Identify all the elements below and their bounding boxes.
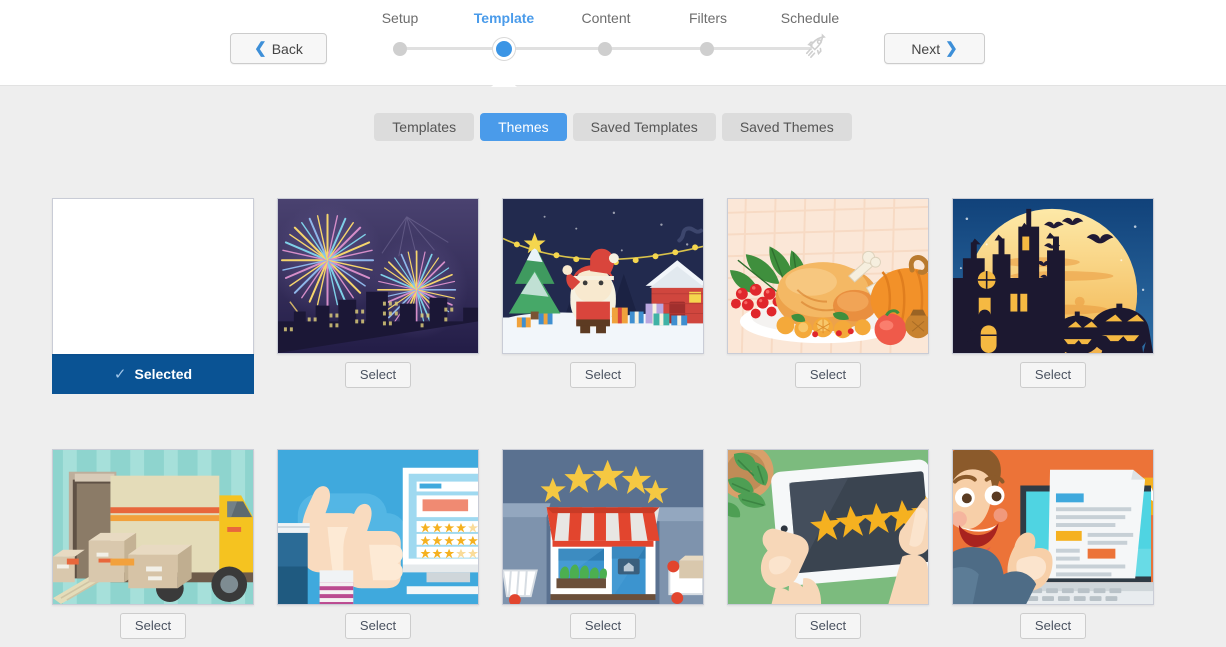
tab-saved-themes[interactable]: Saved Themes — [721, 113, 852, 141]
selected-button-label: Selected — [134, 366, 193, 382]
theme-card-blank[interactable]: ✓ Selected — [52, 198, 254, 394]
select-button-storefront[interactable]: Select — [569, 613, 637, 639]
tab-templates-label: Templates — [392, 119, 457, 135]
card-action-laptop: Select — [952, 613, 1154, 639]
theme-thumbnail-delivery[interactable] — [52, 449, 254, 605]
theme-thumbnail-tablet[interactable] — [727, 449, 929, 605]
step-content[interactable]: Content — [551, 10, 661, 26]
theme-card-delivery[interactable]: Select — [52, 449, 254, 639]
step-dot-template[interactable] — [493, 38, 515, 60]
card-action-halloween: Select — [952, 362, 1154, 388]
chevron-right-icon: ❯ — [945, 40, 958, 57]
selected-button[interactable]: ✓ Selected — [52, 354, 254, 394]
card-action-storefront: Select — [502, 613, 704, 639]
theme-card-christmas[interactable]: Select — [502, 198, 704, 394]
next-button[interactable]: Next ❯ — [884, 33, 985, 64]
back-button[interactable]: ❮ Back — [230, 33, 327, 64]
select-button-halloween[interactable]: Select — [1019, 362, 1087, 388]
active-step-notch — [491, 75, 517, 87]
step-dot-filters[interactable] — [700, 42, 714, 56]
theme-card-thumbsup[interactable]: Select — [277, 449, 479, 639]
card-action-thumbsup: Select — [277, 613, 479, 639]
theme-card-storefront[interactable]: Select — [502, 449, 704, 639]
theme-thumbnail-storefront[interactable] — [502, 449, 704, 605]
tab-themes-label: Themes — [498, 119, 549, 135]
theme-card-laptop[interactable]: Select — [952, 449, 1154, 639]
step-setup[interactable]: Setup — [345, 10, 455, 26]
check-icon: ✓ — [113, 366, 127, 383]
theme-thumbnail-thanksgiving[interactable] — [727, 198, 929, 354]
theme-thumbnail-halloween[interactable] — [952, 198, 1154, 354]
select-button-delivery[interactable]: Select — [119, 613, 187, 639]
theme-tab-bar: Templates Themes Saved Templates Saved T… — [0, 113, 1226, 141]
step-setup-label: Setup — [381, 10, 419, 26]
rocket-icon — [802, 33, 829, 66]
theme-grid: ✓ Selected Select Select Select Select S… — [52, 198, 1174, 639]
step-template-label: Template — [473, 10, 535, 26]
card-action-tablet: Select — [727, 613, 929, 639]
theme-card-tablet[interactable]: Select — [727, 449, 929, 639]
step-template[interactable]: Template — [449, 10, 559, 26]
tab-templates[interactable]: Templates — [374, 113, 475, 141]
select-button-fireworks[interactable]: Select — [344, 362, 412, 388]
card-action-fireworks: Select — [277, 362, 479, 388]
step-schedule-label: Schedule — [780, 10, 840, 26]
step-dot-content[interactable] — [598, 42, 612, 56]
step-filters-label: Filters — [688, 10, 728, 26]
theme-thumbnail-thumbsup[interactable] — [277, 449, 479, 605]
select-button-christmas[interactable]: Select — [569, 362, 637, 388]
theme-thumbnail-fireworks[interactable] — [277, 198, 479, 354]
back-button-label: Back — [271, 40, 303, 57]
step-content-label: Content — [581, 10, 631, 26]
card-action-christmas: Select — [502, 362, 704, 388]
theme-card-fireworks[interactable]: Select — [277, 198, 479, 394]
tab-saved-templates[interactable]: Saved Templates — [572, 113, 716, 141]
step-filters[interactable]: Filters — [653, 10, 763, 26]
theme-thumbnail-christmas[interactable] — [502, 198, 704, 354]
theme-card-thanksgiving[interactable]: Select — [727, 198, 929, 394]
next-button-label: Next — [911, 40, 941, 57]
select-button-thumbsup[interactable]: Select — [344, 613, 412, 639]
wizard-header: ❮ Back Next ❯ Setup Template Content Fil… — [0, 0, 1226, 87]
tab-saved-templates-label: Saved Templates — [590, 119, 698, 135]
theme-thumbnail-blank[interactable] — [52, 198, 254, 354]
card-action-delivery: Select — [52, 613, 254, 639]
chevron-left-icon: ❮ — [254, 40, 267, 57]
step-progress-bar: Setup Template Content Filters Schedule — [355, 0, 870, 86]
select-button-tablet[interactable]: Select — [794, 613, 862, 639]
step-schedule[interactable]: Schedule — [755, 10, 865, 26]
theme-card-halloween[interactable]: Select — [952, 198, 1154, 394]
tab-themes[interactable]: Themes — [480, 113, 567, 141]
select-button-thanksgiving[interactable]: Select — [794, 362, 862, 388]
select-button-laptop[interactable]: Select — [1019, 613, 1087, 639]
step-dot-setup[interactable] — [393, 42, 407, 56]
theme-thumbnail-laptop[interactable] — [952, 449, 1154, 605]
card-action-thanksgiving: Select — [727, 362, 929, 388]
tab-saved-themes-label: Saved Themes — [739, 119, 834, 135]
